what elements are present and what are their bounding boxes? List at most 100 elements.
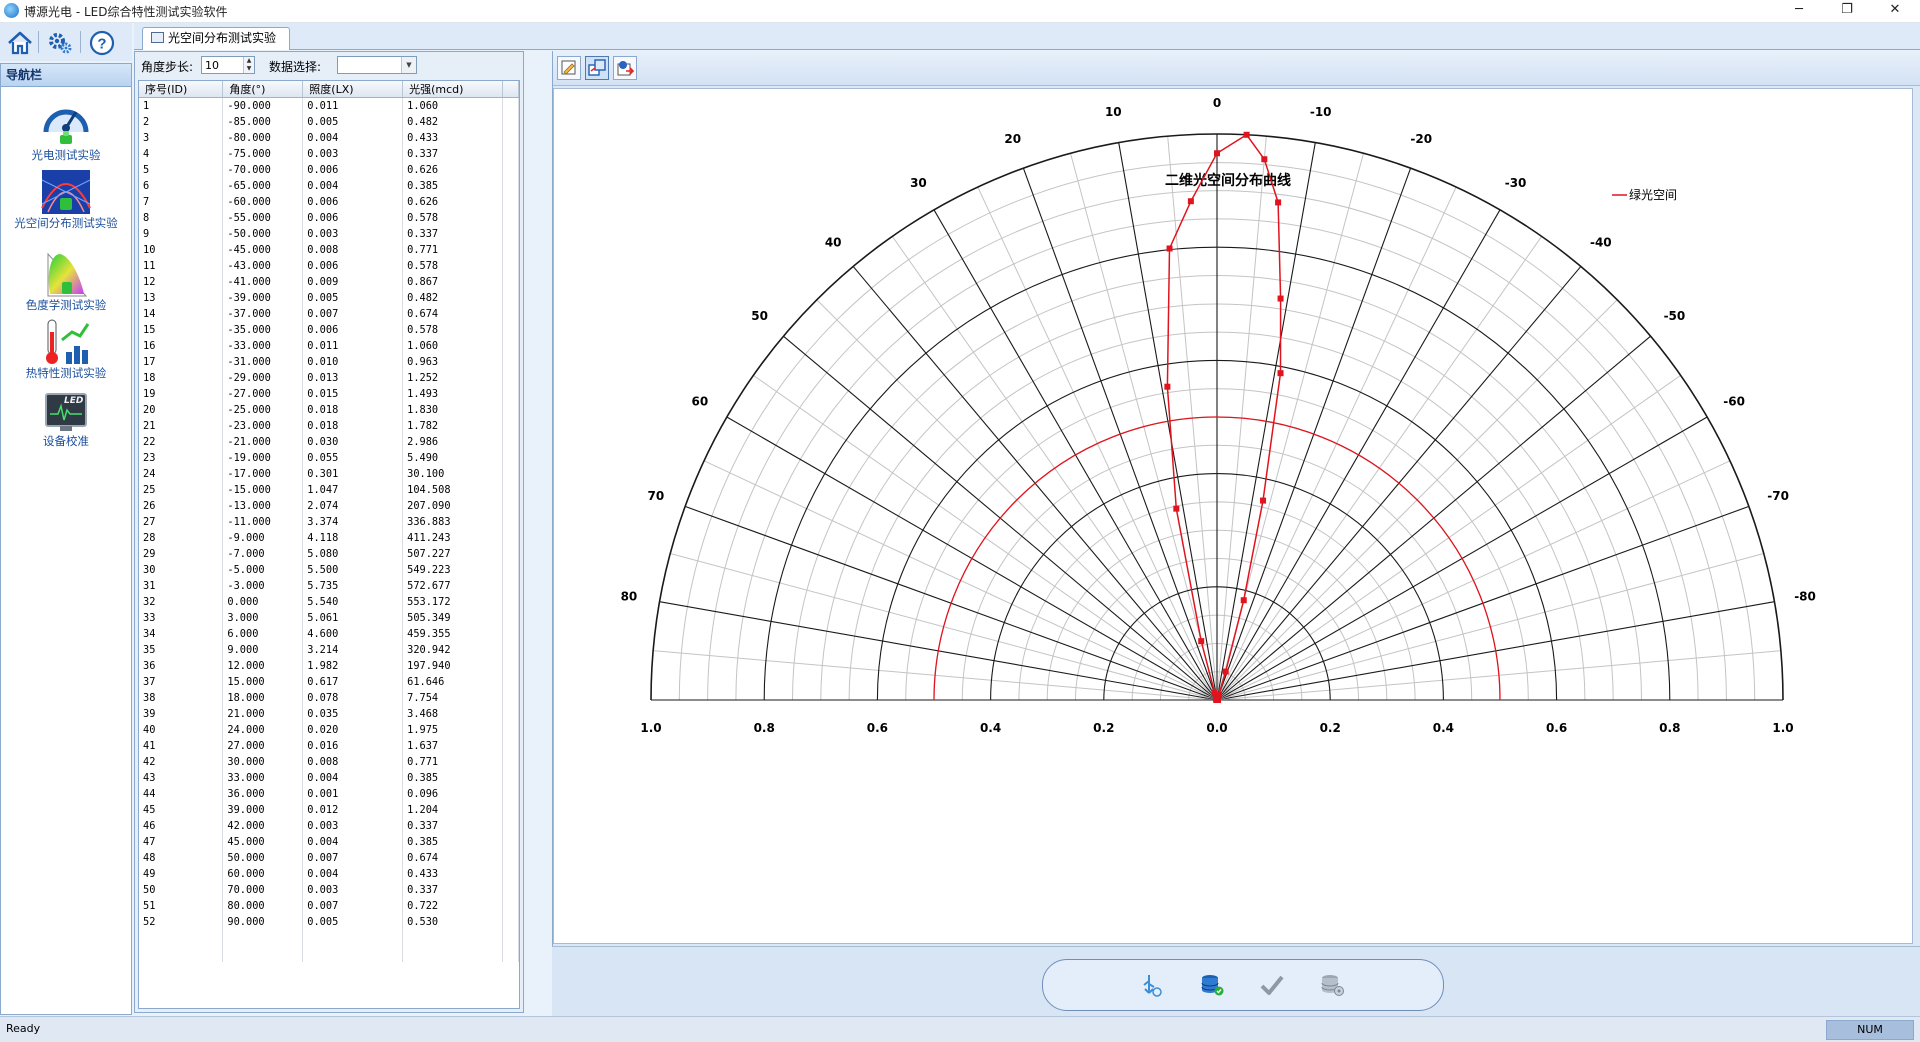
table-row[interactable]: 12 -41.000 0.009 0.867 [139, 274, 519, 290]
table-row[interactable]: 16 -33.000 0.011 1.060 [139, 338, 519, 354]
table-cell: 4 [139, 146, 224, 162]
table-row[interactable]: 32 0.000 5.540 553.172 [139, 594, 519, 610]
table-cell: 7.754 [402, 690, 503, 706]
table-row[interactable]: 17 -31.000 0.010 0.963 [139, 354, 519, 370]
database-save-icon[interactable] [1199, 973, 1225, 997]
table-row[interactable]: 42 30.000 0.008 0.771 [139, 754, 519, 770]
table-row[interactable]: 27 -11.000 3.374 336.883 [139, 514, 519, 530]
usb-connect-icon[interactable] [1139, 973, 1165, 997]
compare-chart-icon[interactable] [585, 56, 609, 80]
angle-tick-label: -10 [1310, 105, 1332, 119]
table-row[interactable]: 25 -15.000 1.047 104.508 [139, 482, 519, 498]
table-cell: -39.000 [222, 290, 304, 306]
nav-item-chromaticity[interactable]: 色度学测试实验 [1, 250, 131, 312]
angle-tick-label: -60 [1723, 394, 1745, 408]
minimize-button[interactable]: ─ [1776, 0, 1822, 22]
table-row[interactable]: 28 -9.000 4.118 411.243 [139, 530, 519, 546]
table-row[interactable]: 41 27.000 0.016 1.637 [139, 738, 519, 754]
table-row[interactable]: 10 -45.000 0.008 0.771 [139, 242, 519, 258]
status-text: Ready [6, 1022, 41, 1035]
table-row[interactable]: 24 -17.000 0.301 30.100 [139, 466, 519, 482]
table-row[interactable]: 37 15.000 0.617 61.646 [139, 674, 519, 690]
table-row[interactable]: 18 -29.000 0.013 1.252 [139, 370, 519, 386]
nav-item-spatial-distribution[interactable]: 光空间分布测试实验 [1, 168, 131, 230]
table-row[interactable]: 30 -5.000 5.500 549.223 [139, 562, 519, 578]
table-cell: 0.020 [302, 722, 404, 738]
table-row[interactable]: 43 33.000 0.004 0.385 [139, 770, 519, 786]
nav-item-photoelectric-test[interactable]: 光电测试实验 [1, 98, 131, 162]
table-cell-filler [502, 354, 519, 370]
table-row[interactable]: 31 -3.000 5.735 572.677 [139, 578, 519, 594]
table-row[interactable]: 2 -85.000 0.005 0.482 [139, 114, 519, 130]
data-select-dropdown[interactable]: ▼ [337, 56, 417, 74]
table-cell: 50.000 [222, 850, 304, 866]
table-row[interactable]: 6 -65.000 0.004 0.385 [139, 178, 519, 194]
table-row[interactable]: 4 -75.000 0.003 0.337 [139, 146, 519, 162]
table-cell: -50.000 [222, 226, 304, 242]
table-row[interactable]: 5 -70.000 0.006 0.626 [139, 162, 519, 178]
table-cell: 1.982 [302, 658, 404, 674]
table-row[interactable]: 3 -80.000 0.004 0.433 [139, 130, 519, 146]
angle-step-spinner[interactable]: 10 ▲ ▼ [201, 56, 255, 74]
table-row[interactable]: 14 -37.000 0.007 0.674 [139, 306, 519, 322]
table-cell: 0.006 [302, 210, 404, 226]
table-row[interactable]: 21 -23.000 0.018 1.782 [139, 418, 519, 434]
table-row[interactable]: 39 21.000 0.035 3.468 [139, 706, 519, 722]
spinner-arrows[interactable]: ▲ ▼ [243, 57, 254, 73]
table-row[interactable]: 33 3.000 5.061 505.349 [139, 610, 519, 626]
table-row[interactable]: 48 50.000 0.007 0.674 [139, 850, 519, 866]
tab-spatial-distribution[interactable]: 光空间分布测试实验 [142, 27, 290, 50]
table-row[interactable]: 11 -43.000 0.006 0.578 [139, 258, 519, 274]
restore-button[interactable]: ❐ [1824, 0, 1870, 22]
column-header[interactable]: 光强(mcd) [402, 81, 503, 98]
table-row[interactable]: 38 18.000 0.078 7.754 [139, 690, 519, 706]
table-row[interactable]: 29 -7.000 5.080 507.227 [139, 546, 519, 562]
chevron-down-icon[interactable]: ▼ [401, 57, 416, 73]
table-row[interactable]: 34 6.000 4.600 459.355 [139, 626, 519, 642]
table-cell: 23 [139, 450, 224, 466]
nav-item-label: 色度学测试实验 [25, 298, 107, 312]
table-row[interactable]: 49 60.000 0.004 0.433 [139, 866, 519, 882]
table-row[interactable]: 9 -50.000 0.003 0.337 [139, 226, 519, 242]
table-row[interactable]: 7 -60.000 0.006 0.626 [139, 194, 519, 210]
table-cell: 15 [139, 322, 224, 338]
table-row[interactable]: 1 -90.000 0.011 1.060 [139, 97, 519, 114]
table-row[interactable]: 36 12.000 1.982 197.940 [139, 658, 519, 674]
table-cell-filler [502, 738, 519, 754]
table-row[interactable]: 8 -55.000 0.006 0.578 [139, 210, 519, 226]
table-row[interactable]: 46 42.000 0.003 0.337 [139, 818, 519, 834]
data-table[interactable]: 序号(ID) 角度(°) 照度(LX) 光强(mcd) 1 -90.000 0.011 1.… [138, 80, 520, 1009]
table-row[interactable]: 47 45.000 0.004 0.385 [139, 834, 519, 850]
nav-item-calibration[interactable]: LED 设备校准 [1, 386, 131, 448]
column-header[interactable]: 照度(LX) [302, 81, 404, 98]
table-row[interactable]: 45 39.000 0.012 1.204 [139, 802, 519, 818]
table-row[interactable]: 44 36.000 0.001 0.096 [139, 786, 519, 802]
home-icon[interactable] [6, 29, 34, 57]
help-icon[interactable]: ? [88, 29, 116, 57]
table-row[interactable]: 15 -35.000 0.006 0.578 [139, 322, 519, 338]
export-chart-icon[interactable] [613, 56, 637, 80]
nav-item-thermal[interactable]: 热特性测试实验 [1, 318, 131, 380]
table-cell: 35 [139, 642, 224, 658]
table-cell: 0.005 [302, 290, 404, 306]
database-settings-icon[interactable] [1319, 973, 1345, 997]
column-header[interactable]: 角度(°) [222, 81, 304, 98]
table-row[interactable]: 51 80.000 0.007 0.722 [139, 898, 519, 914]
column-header[interactable]: 序号(ID) [139, 81, 224, 98]
table-row[interactable]: 13 -39.000 0.005 0.482 [139, 290, 519, 306]
table-row[interactable]: 23 -19.000 0.055 5.490 [139, 450, 519, 466]
table-row[interactable]: 20 -25.000 0.018 1.830 [139, 402, 519, 418]
confirm-check-icon[interactable] [1259, 973, 1285, 997]
table-row[interactable]: 40 24.000 0.020 1.975 [139, 722, 519, 738]
table-row[interactable]: 50 70.000 0.003 0.337 [139, 882, 519, 898]
gear-icon[interactable] [46, 29, 74, 57]
table-row[interactable]: 19 -27.000 0.015 1.493 [139, 386, 519, 402]
table-row[interactable]: 35 9.000 3.214 320.942 [139, 642, 519, 658]
edit-chart-icon[interactable] [557, 56, 581, 80]
data-point [1173, 505, 1180, 512]
table-row[interactable]: 52 90.000 0.005 0.530 [139, 914, 519, 930]
table-row[interactable]: 22 -21.000 0.030 2.986 [139, 434, 519, 450]
table-cell [302, 930, 404, 946]
close-button[interactable]: ✕ [1872, 0, 1918, 22]
table-row[interactable]: 26 -13.000 2.074 207.090 [139, 498, 519, 514]
